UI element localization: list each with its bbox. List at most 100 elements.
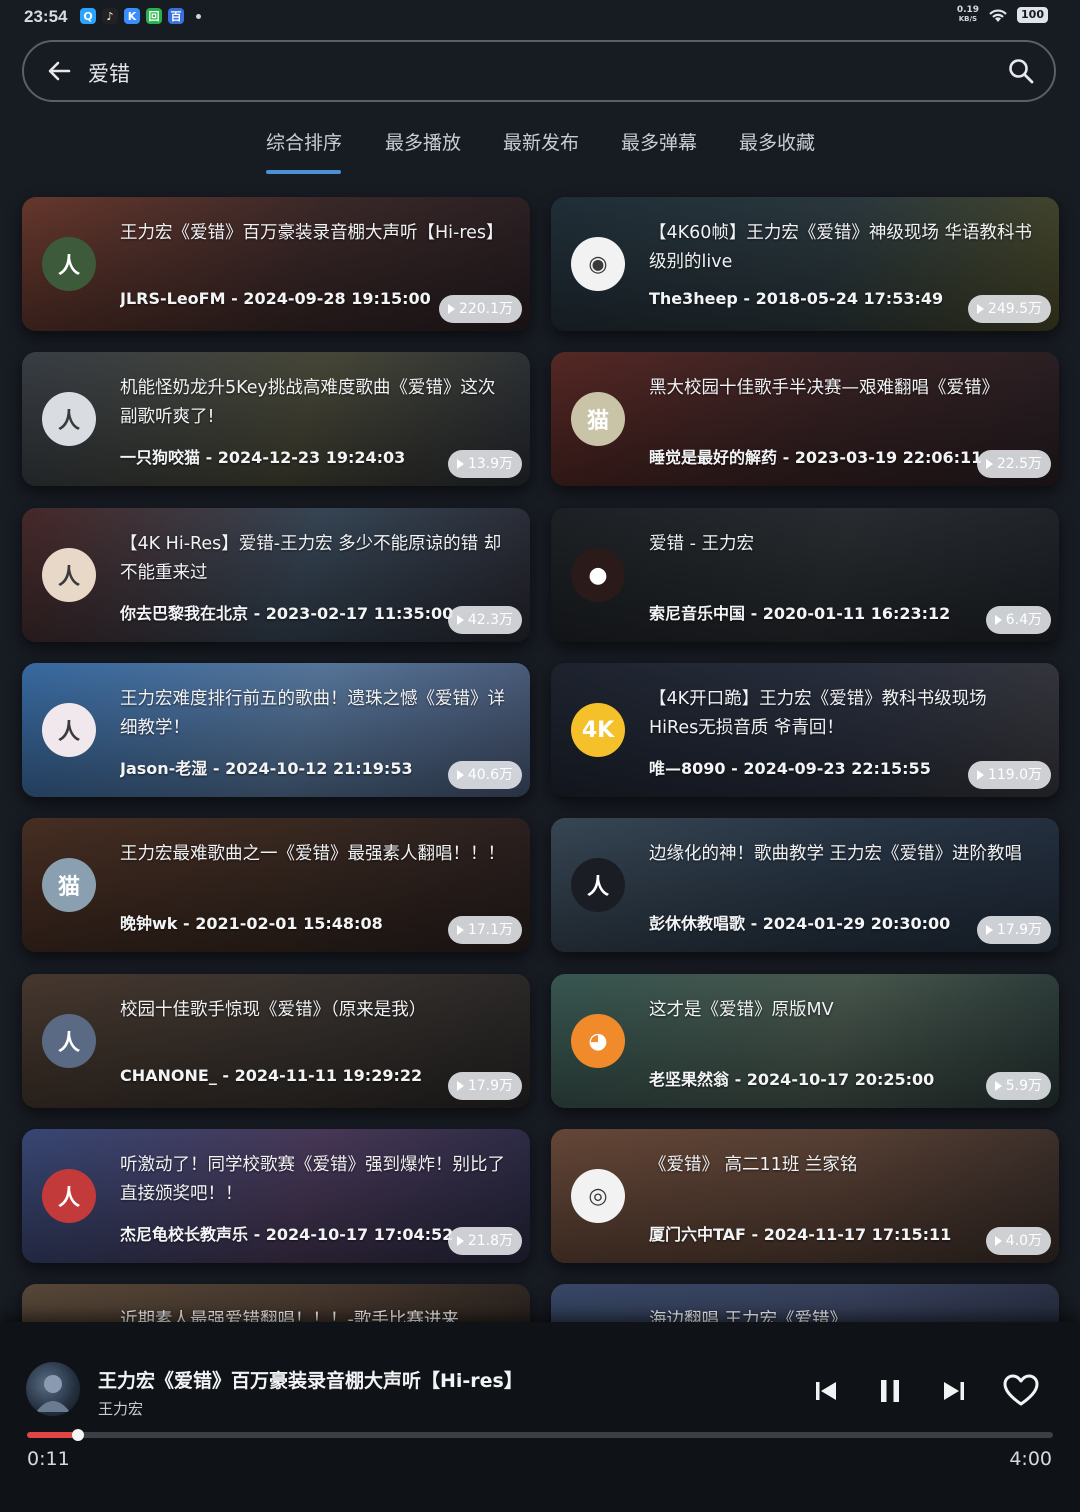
view-count-badge: 40.6万 [447, 761, 522, 789]
previous-icon[interactable] [808, 1374, 842, 1408]
uploader-avatar[interactable]: ● [571, 548, 625, 602]
play-icon [456, 615, 464, 625]
back-arrow-icon[interactable] [44, 56, 74, 86]
video-card[interactable]: 人【4K Hi-Res】爱错-王力宏 多少不能原谅的错 却不能重来过 你去巴黎我在… [22, 508, 530, 642]
tab-comprehensive[interactable]: 综合排序 [266, 128, 342, 155]
uploader-avatar[interactable]: 猫 [571, 392, 625, 446]
uploader-avatar[interactable]: ◕ [571, 1014, 625, 1068]
video-card[interactable]: ◉ 【4K60帧】王力宏《爱错》神级现场 华语教科书级别的live The3heep… [551, 197, 1059, 331]
view-count-badge: 42.3万 [447, 606, 522, 634]
play-icon [456, 1236, 464, 1246]
tiktok-icon: ♪ [102, 8, 118, 24]
blue-app-icon: 百 [168, 8, 184, 24]
mini-player: 王力宏《爱错》百万豪装录音棚大声听【Hi-res】 王力宏 0:11 4:00 [0, 1322, 1080, 1512]
search-icon[interactable] [1006, 56, 1036, 86]
next-icon[interactable] [938, 1374, 972, 1408]
video-card[interactable]: 人王力宏难度排行前五的歌曲！遗珠之憾《爱错》详细教学！ Jason-老湿 - 20… [22, 663, 530, 797]
uploader-avatar[interactable]: 人 [42, 392, 96, 446]
uploader-avatar[interactable]: 人 [42, 703, 96, 757]
k-app-icon: K [124, 8, 140, 24]
play-icon [985, 459, 993, 469]
progress-fill [27, 1432, 79, 1438]
uploader-avatar[interactable]: 人 [42, 1014, 96, 1068]
video-card[interactable]: ● 爱错 - 王力宏 索尼音乐中国 - 2020-01-11 16:23:12 6.4… [551, 508, 1059, 642]
video-title: 听激动了！同学校歌赛《爱错》强到爆炸！别比了直接颁奖吧！！ [120, 1155, 505, 1204]
tab-most-danmaku[interactable]: 最多弹幕 [621, 128, 697, 155]
search-input[interactable]: 爱错 [88, 58, 130, 88]
uploader-avatar[interactable]: 猫 [42, 858, 96, 912]
search-bar[interactable]: 爱错 [22, 40, 1056, 102]
view-count-badge: 249.5万 [967, 295, 1051, 323]
video-title: 《爱错》 高二11班 兰家铭 [649, 1155, 858, 1175]
video-title: 【4K开口跪】王力宏《爱错》教科书级现场HiRes无损音质 爷青回！ [649, 689, 987, 738]
play-icon [994, 1081, 1002, 1091]
sort-tabs: 综合排序 最多播放 最新发布 最多弹幕 最多收藏 [0, 128, 1080, 178]
view-count: 13.9万 [467, 456, 513, 472]
view-count: 40.6万 [467, 767, 513, 783]
video-title: 王力宏难度排行前五的歌曲！遗珠之憾《爱错》详细教学！ [120, 689, 505, 738]
video-card[interactable]: 人机能怪奶龙升5Key挑战高难度歌曲《爱错》这次副歌听爽了! 一只狗咬猫 - 20… [22, 352, 530, 486]
uploader-avatar[interactable]: 人 [571, 858, 625, 912]
view-count: 220.1万 [458, 301, 513, 317]
view-count-badge: 17.9万 [976, 916, 1051, 944]
video-card[interactable]: 猫王力宏最难歌曲之一《爱错》最强素人翻唱！！！ 晚钟wk - 2021-02-01… [22, 818, 530, 952]
view-count-badge: 13.9万 [447, 450, 522, 478]
network-speed: 0.19 KB/S [957, 6, 979, 24]
uploader-avatar[interactable]: 人 [42, 548, 96, 602]
play-icon [985, 925, 993, 935]
video-card[interactable]: ◕ 这才是《爱错》原版MV 老坚果然翁 - 2024-10-17 20:25:00 5… [551, 974, 1059, 1108]
video-card[interactable]: 4K 【4K开口跪】王力宏《爱错》教科书级现场HiRes无损音质 爷青回！ 唯—80… [551, 663, 1059, 797]
video-card[interactable]: 人王力宏《爱错》百万豪装录音棚大声听【Hi-res】 JLRS-LeoFM - 2… [22, 197, 530, 331]
player-title[interactable]: 王力宏《爱错》百万豪装录音棚大声听【Hi-res】 [98, 1366, 523, 1393]
tab-most-favorited[interactable]: 最多收藏 [739, 128, 815, 155]
video-card[interactable]: 人校园十佳歌手惊现《爱错》（原来是我） CHANONE_ - 2024-11-11… [22, 974, 530, 1108]
view-count: 22.5万 [996, 456, 1042, 472]
qq-icon: Q [80, 8, 96, 24]
view-count: 4.0万 [1005, 1233, 1042, 1249]
uploader-avatar[interactable]: 4K [571, 703, 625, 757]
play-icon [456, 1081, 464, 1091]
uploader-avatar[interactable]: 人 [42, 1169, 96, 1223]
progress-knob[interactable] [72, 1429, 85, 1441]
video-card[interactable]: 人边缘化的神！歌曲教学 王力宏《爱错》进阶教唱 彭休休教唱歌 - 2024-01-… [551, 818, 1059, 952]
view-count-badge: 17.1万 [447, 916, 522, 944]
pause-icon[interactable] [873, 1374, 907, 1408]
view-count-badge: 4.0万 [985, 1227, 1051, 1255]
uploader-avatar[interactable]: 人 [42, 237, 96, 291]
play-icon [994, 615, 1002, 625]
play-icon [976, 304, 984, 314]
video-card[interactable]: 人听激动了！同学校歌赛《爱错》强到爆炸！别比了直接颁奖吧！！ 杰尼龟校长教声乐 -… [22, 1129, 530, 1263]
view-count-badge: 21.8万 [447, 1227, 522, 1255]
more-notifications-dot [196, 13, 201, 19]
status-right: 0.19 KB/S 100 [957, 6, 1048, 24]
video-title: 王力宏最难歌曲之一《爱错》最强素人翻唱！！！ [120, 844, 505, 864]
uploader-avatar[interactable]: ◉ [571, 237, 625, 291]
video-title: 校园十佳歌手惊现《爱错》（原来是我） [120, 1000, 427, 1020]
battery-icon: 100 [1017, 7, 1048, 23]
green-app-icon: 回 [146, 8, 162, 24]
view-count: 6.4万 [1005, 612, 1042, 628]
progress-bar[interactable] [27, 1429, 1053, 1441]
wifi-icon [989, 9, 1007, 22]
uploader-avatar[interactable]: ◎ [571, 1169, 625, 1223]
view-count: 5.9万 [1005, 1078, 1042, 1094]
play-icon [994, 1236, 1002, 1246]
heart-icon[interactable] [1002, 1372, 1040, 1410]
player-cover[interactable] [26, 1362, 80, 1416]
video-title: 【4K Hi-Res】爱错-王力宏 多少不能原谅的错 却不能重来过 [120, 534, 502, 583]
view-count: 119.0万 [987, 767, 1042, 783]
current-time: 0:11 [27, 1448, 70, 1470]
view-count-badge: 22.5万 [976, 450, 1051, 478]
tab-newest[interactable]: 最新发布 [503, 128, 579, 155]
status-bar: 23:54 Q ♪ K 回百 0.19 KB/S 100 [0, 0, 1080, 34]
view-count: 42.3万 [467, 612, 513, 628]
play-icon [976, 770, 984, 780]
video-title: 这才是《爱错》原版MV [649, 1000, 834, 1020]
video-card[interactable]: ◎ 《爱错》 高二11班 兰家铭 厦门六中TAF - 2024-11-17 17:1… [551, 1129, 1059, 1263]
network-speed-value: 0.19 [956, 5, 980, 15]
tab-most-played[interactable]: 最多播放 [385, 128, 461, 155]
play-icon [456, 925, 464, 935]
notification-icons: Q ♪ K 回百 [80, 8, 201, 24]
play-icon [456, 459, 464, 469]
video-card[interactable]: 猫黑大校园十佳歌手半决赛—艰难翻唱《爱错》 睡觉是最好的解药 - 2023-03-… [551, 352, 1059, 486]
